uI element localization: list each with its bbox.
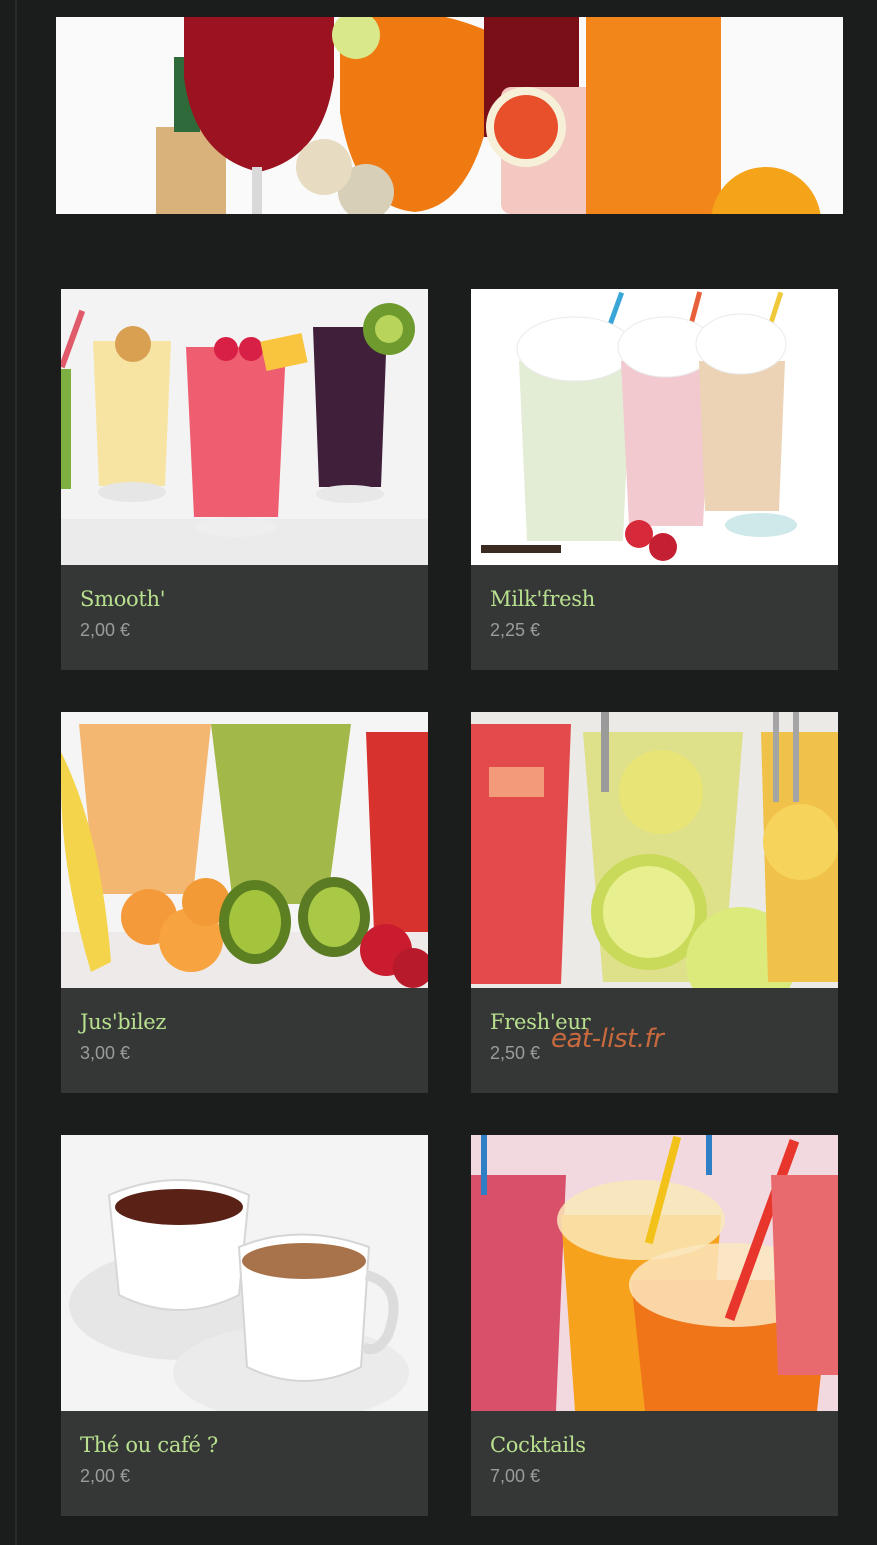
product-price: 7,00 € [490,1466,541,1486]
fruit-juice-photo [61,712,428,988]
product-name: Milk'fresh [490,587,595,611]
tea-coffee-photo [61,1135,428,1411]
milkshake-photo [471,289,838,565]
product-price: 2,50 € [490,1043,541,1063]
smoothie-photo [61,289,428,565]
product-name: Jus'bilez [80,1010,167,1034]
product-name: Cocktails [490,1433,586,1457]
page-left-border [0,0,17,1545]
product-price: 2,00 € [80,1466,131,1486]
product-card-milkfresh[interactable]: Milk'fresh 2,25 € [471,289,838,670]
product-price: 2,25 € [490,620,541,640]
product-price: 2,00 € [80,620,131,640]
header-banner-image [56,17,843,214]
product-card-cocktails[interactable]: Cocktails 7,00 € [471,1135,838,1516]
product-card-jusbilez[interactable]: Jus'bilez 3,00 € [61,712,428,1093]
product-card-smooth[interactable]: Smooth' 2,00 € [61,289,428,670]
product-name: Smooth' [80,587,166,611]
cocktails-photo [471,1135,838,1411]
product-price: 3,00 € [80,1043,131,1063]
watermark-text: eat-list.fr [551,1024,664,1054]
product-name: Thé ou café ? [80,1433,218,1457]
product-card-the-ou-cafe[interactable]: Thé ou café ? 2,00 € [61,1135,428,1516]
lemonade-photo [471,712,838,988]
